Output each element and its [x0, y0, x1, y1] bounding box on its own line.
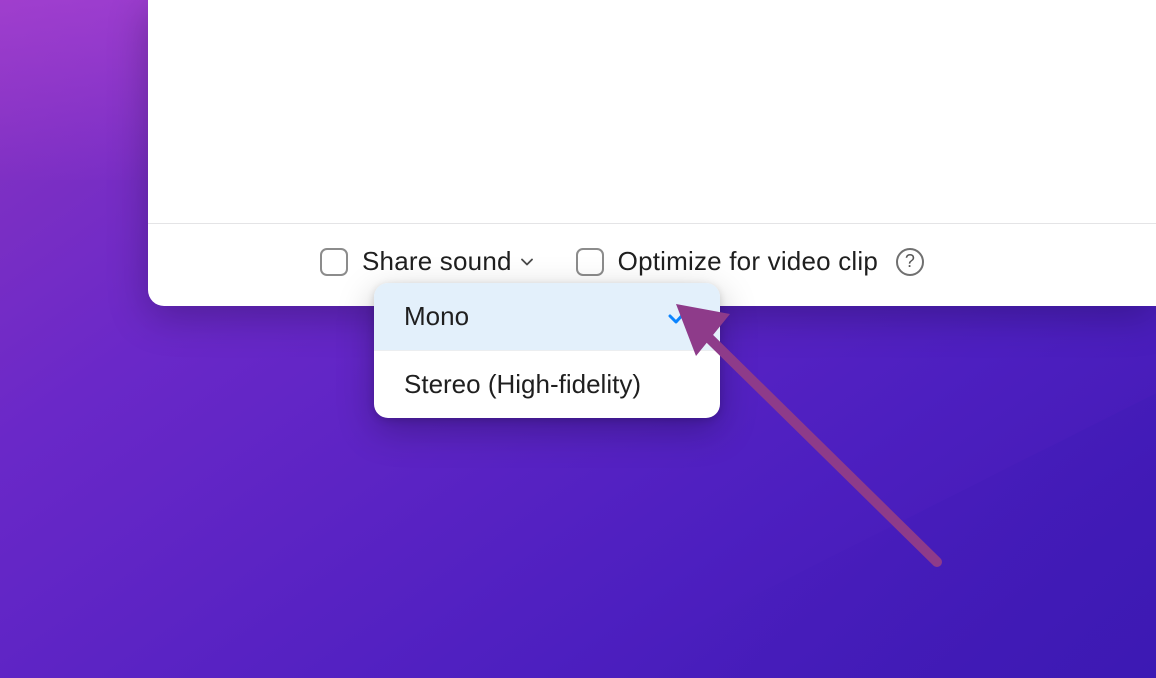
- menu-item-label: Stereo (High-fidelity): [404, 369, 641, 400]
- check-icon: [668, 301, 690, 332]
- menu-item-mono[interactable]: Mono: [374, 283, 720, 350]
- optimize-video-label: Optimize for video clip: [618, 246, 878, 277]
- panel-divider: [148, 223, 1156, 224]
- optimize-video-checkbox[interactable]: [576, 248, 604, 276]
- share-sound-dropdown-menu: Mono Stereo (High-fidelity): [374, 283, 720, 418]
- share-sound-checkbox[interactable]: [320, 248, 348, 276]
- share-sound-dropdown-trigger[interactable]: Share sound: [362, 246, 534, 277]
- help-icon[interactable]: ?: [896, 248, 924, 276]
- optimize-video-group: Optimize for video clip ?: [576, 246, 924, 277]
- share-sound-label: Share sound: [362, 246, 512, 277]
- chevron-down-icon: [520, 255, 534, 269]
- share-sound-group: Share sound: [320, 246, 534, 277]
- menu-item-label: Mono: [404, 301, 469, 332]
- panel-footer: Share sound Optimize for video clip ?: [320, 246, 1132, 277]
- share-panel: Share sound Optimize for video clip ?: [148, 0, 1156, 306]
- menu-item-stereo[interactable]: Stereo (High-fidelity): [374, 350, 720, 418]
